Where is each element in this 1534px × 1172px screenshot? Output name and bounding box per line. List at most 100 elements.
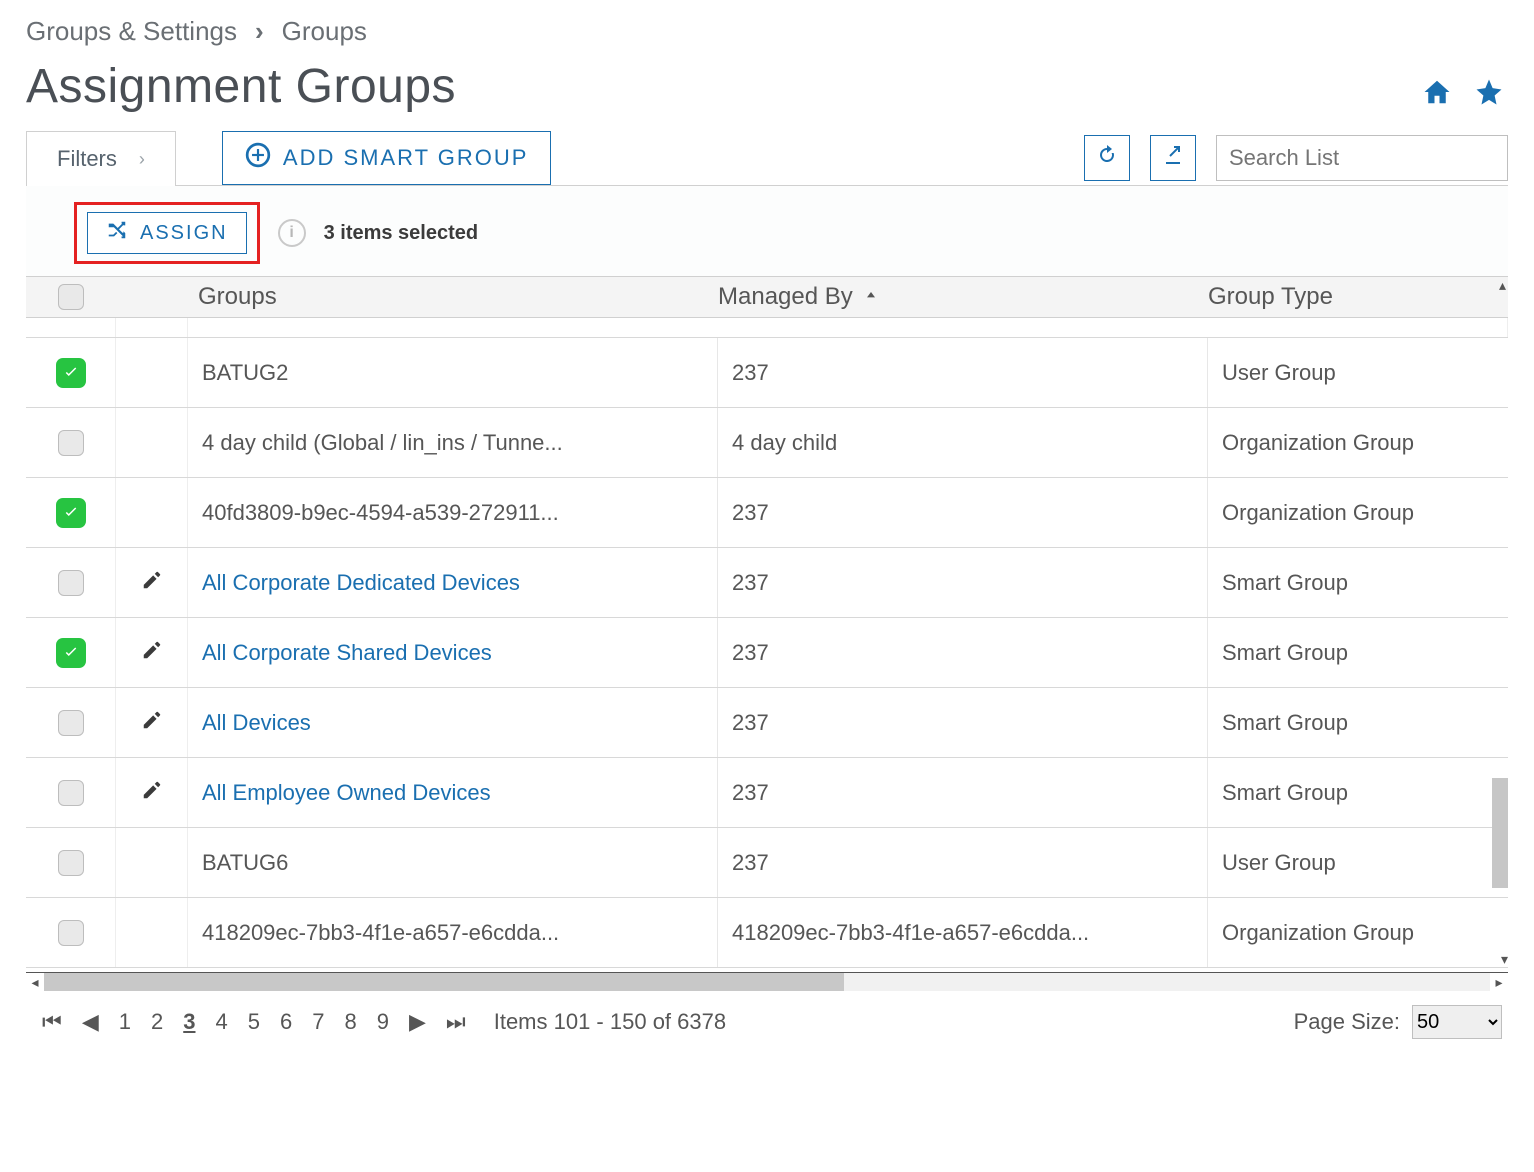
group-type-cell: User Group: [1208, 828, 1508, 897]
managed-by-cell: 237: [718, 478, 1208, 547]
managed-by-cell: 418209ec-7bb3-4f1e-a657-e6cdda...: [718, 898, 1208, 967]
filters-label: Filters: [57, 146, 117, 172]
refresh-button[interactable]: [1084, 135, 1130, 181]
row-checkbox[interactable]: [58, 920, 84, 946]
scroll-right-icon[interactable]: ▸: [1490, 973, 1508, 991]
filters-button[interactable]: Filters ›: [26, 131, 176, 186]
group-name: 4 day child (Global / lin_ins / Tunne...: [202, 430, 563, 456]
table-row[interactable]: 418209ec-7bb3-4f1e-a657-e6cdda... 418209e…: [26, 898, 1508, 968]
row-checkbox[interactable]: [58, 710, 84, 736]
table-row[interactable]: BATUG2 237User Group: [26, 338, 1508, 408]
favorite-star-icon[interactable]: [1474, 77, 1504, 114]
column-managed-by[interactable]: Managed By: [718, 283, 1208, 311]
group-type-cell: Organization Group: [1208, 898, 1508, 967]
selection-count: 3 items selected: [324, 222, 479, 245]
row-checkbox[interactable]: [58, 850, 84, 876]
horizontal-scrollbar-thumb[interactable]: [44, 973, 844, 991]
group-type-cell: Smart Group: [1208, 758, 1508, 827]
table-row[interactable]: All Employee Owned Devices 237Smart Group: [26, 758, 1508, 828]
add-smart-group-button[interactable]: ADD SMART GROUP: [222, 131, 552, 185]
table-header: Groups Managed By Group Type ▴: [26, 276, 1508, 318]
scroll-left-icon[interactable]: ◂: [26, 973, 44, 991]
group-type-cell: Organization Group: [1208, 408, 1508, 477]
group-link[interactable]: All Corporate Shared Devices: [202, 640, 492, 666]
table-row[interactable]: BATUG6 237User Group: [26, 828, 1508, 898]
vertical-scrollbar-thumb[interactable]: [1492, 778, 1508, 888]
group-type-cell: Organization Group: [1208, 478, 1508, 547]
page-prev-button[interactable]: ◀: [72, 1009, 109, 1035]
group-type-cell: Smart Group: [1208, 618, 1508, 687]
page-title: Assignment Groups: [26, 59, 456, 114]
managed-by-cell: 237: [718, 828, 1208, 897]
row-checkbox[interactable]: [56, 638, 86, 668]
row-checkbox[interactable]: [56, 498, 86, 528]
column-groups[interactable]: Groups: [188, 283, 718, 311]
page-number[interactable]: 5: [238, 1009, 270, 1034]
plus-circle-icon: [245, 142, 271, 174]
search-input[interactable]: [1216, 135, 1508, 181]
group-link[interactable]: All Corporate Dedicated Devices: [202, 570, 520, 596]
table-row[interactable]: All Corporate Shared Devices 237Smart Gro…: [26, 618, 1508, 688]
page-number[interactable]: 4: [205, 1009, 237, 1034]
export-button[interactable]: [1150, 135, 1196, 181]
refresh-icon: [1095, 143, 1119, 173]
info-icon[interactable]: i: [278, 219, 306, 247]
column-group-type[interactable]: Group Type: [1208, 283, 1508, 311]
pencil-icon[interactable]: [141, 779, 163, 807]
group-link[interactable]: All Devices: [202, 710, 311, 736]
pencil-icon[interactable]: [141, 639, 163, 667]
select-all-checkbox[interactable]: [58, 284, 84, 310]
row-checkbox[interactable]: [58, 430, 84, 456]
page-number[interactable]: 8: [334, 1009, 366, 1034]
sort-ascending-icon: [863, 283, 879, 311]
row-checkbox[interactable]: [56, 358, 86, 388]
row-checkbox[interactable]: [58, 780, 84, 806]
page-number[interactable]: 7: [302, 1009, 334, 1034]
assign-highlight: ASSIGN: [74, 202, 260, 264]
pencil-icon[interactable]: [141, 709, 163, 737]
scroll-up-icon[interactable]: ▴: [1499, 277, 1506, 294]
managed-by-cell: 237: [718, 548, 1208, 617]
group-type-cell: Smart Group: [1208, 548, 1508, 617]
managed-by-cell: 237: [718, 338, 1208, 407]
home-icon[interactable]: [1422, 77, 1452, 114]
page-size-select[interactable]: 50: [1412, 1005, 1502, 1039]
breadcrumb-root[interactable]: Groups & Settings: [26, 16, 237, 47]
table-row[interactable]: All Devices237Smart Group: [26, 688, 1508, 758]
group-name: BATUG6: [202, 850, 288, 876]
group-name: 40fd3809-b9ec-4594-a539-272911...: [202, 500, 559, 526]
horizontal-scrollbar-track[interactable]: [44, 973, 1490, 991]
breadcrumb: Groups & Settings › Groups: [26, 10, 1508, 47]
row-checkbox[interactable]: [58, 570, 84, 596]
managed-by-cell: 237: [718, 618, 1208, 687]
selection-bar: ASSIGN i 3 items selected: [26, 186, 1508, 276]
table-row[interactable]: 4 day child (Global / lin_ins / Tunne...…: [26, 408, 1508, 478]
page-number[interactable]: 6: [270, 1009, 302, 1034]
group-link[interactable]: All Employee Owned Devices: [202, 780, 491, 806]
export-icon: [1161, 143, 1185, 173]
group-name: BATUG2: [202, 360, 288, 386]
group-name: 418209ec-7bb3-4f1e-a657-e6cdda...: [202, 920, 559, 946]
chevron-right-icon: ›: [255, 16, 264, 47]
page-number[interactable]: 9: [367, 1009, 399, 1034]
group-type-cell: User Group: [1208, 338, 1508, 407]
table-row[interactable]: 40fd3809-b9ec-4594-a539-272911... 237Orga…: [26, 478, 1508, 548]
page-next-button[interactable]: ▶: [399, 1009, 436, 1035]
managed-by-cell: 237: [718, 758, 1208, 827]
shuffle-icon: [106, 219, 128, 247]
add-smart-group-label: ADD SMART GROUP: [283, 145, 529, 171]
pagination: ⏮ ◀ 123456789 ▶ ⏭ Items 101 - 150 of 637…: [26, 991, 1508, 1039]
assign-button[interactable]: ASSIGN: [87, 212, 247, 254]
page-last-button[interactable]: ⏭: [436, 1009, 476, 1035]
page-first-button[interactable]: ⏮: [32, 1009, 72, 1035]
group-type-cell: Smart Group: [1208, 688, 1508, 757]
pagination-summary: Items 101 - 150 of 6378: [494, 1009, 726, 1035]
page-number[interactable]: 2: [141, 1009, 173, 1034]
table-row[interactable]: All Corporate Dedicated Devices 237Smart …: [26, 548, 1508, 618]
page-number[interactable]: 3: [173, 1009, 205, 1034]
page-number[interactable]: 1: [109, 1009, 141, 1034]
breadcrumb-current[interactable]: Groups: [282, 16, 367, 47]
scroll-down-icon[interactable]: ▾: [1501, 951, 1508, 968]
toolbar: Filters › ADD SMART GROUP: [26, 130, 1508, 186]
pencil-icon[interactable]: [141, 569, 163, 597]
